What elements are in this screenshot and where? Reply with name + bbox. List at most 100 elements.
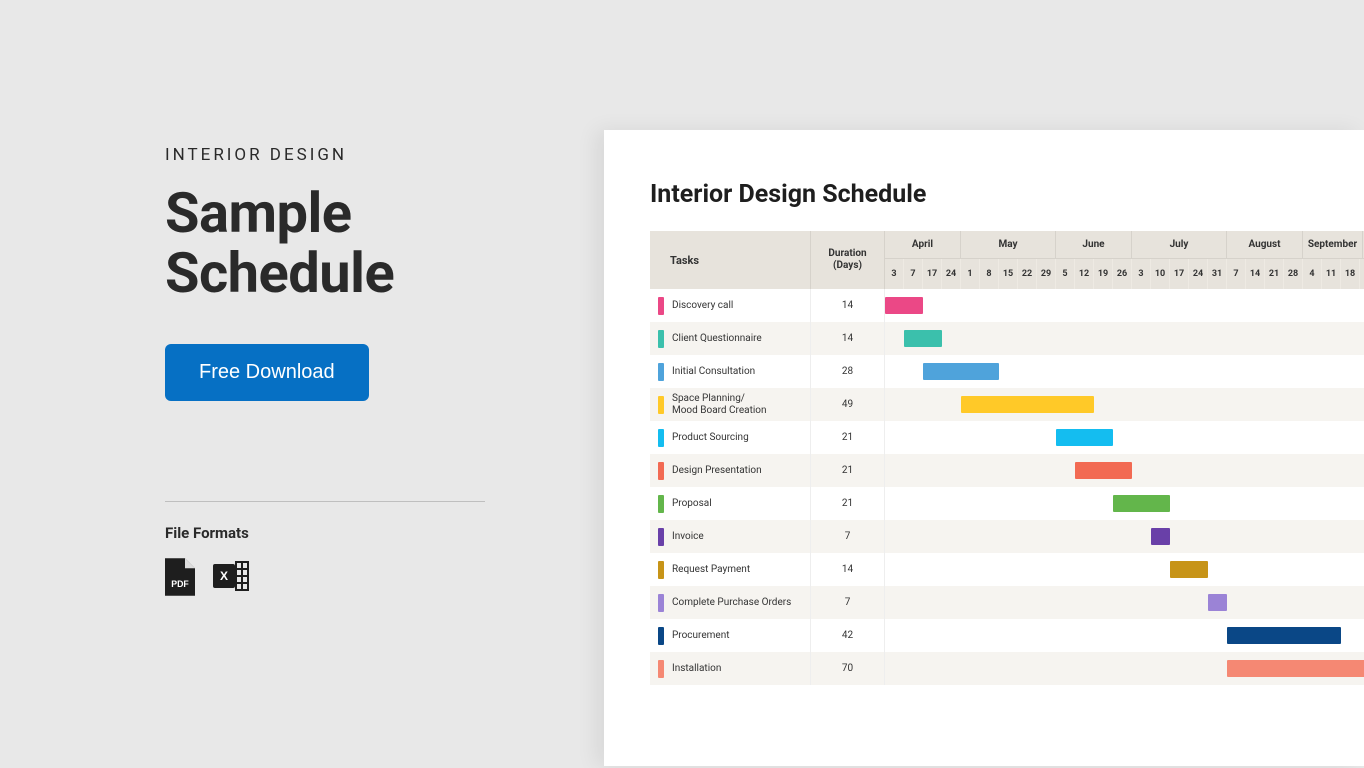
task-cell: Request Payment	[650, 553, 811, 586]
color-swatch	[658, 561, 664, 579]
color-swatch	[658, 528, 664, 546]
duration-cell: 42	[811, 619, 885, 652]
day-cell: 5	[1056, 259, 1075, 289]
document-title: Interior Design Schedule	[650, 180, 1364, 209]
color-swatch	[658, 627, 664, 645]
task-name: Space Planning/Mood Board Creation	[672, 393, 767, 416]
page-title: Sample Schedule	[165, 183, 565, 304]
day-cell: 21	[1265, 259, 1284, 289]
task-cell: Design Presentation	[650, 454, 811, 487]
gantt-bar	[885, 297, 923, 314]
timeline-cell	[885, 289, 1364, 322]
day-cell: 3	[885, 259, 904, 289]
task-name: Invoice	[672, 531, 704, 543]
table-row: Proposal21	[650, 487, 1364, 520]
table-row: Space Planning/Mood Board Creation49	[650, 388, 1364, 421]
task-cell: Procurement	[650, 619, 811, 652]
color-swatch	[658, 594, 664, 612]
table-row: Product Sourcing 21	[650, 421, 1364, 454]
color-swatch	[658, 660, 664, 678]
color-swatch	[658, 396, 664, 414]
day-cell: 11	[1322, 259, 1341, 289]
day-cell: 24	[1189, 259, 1208, 289]
duration-cell: 7	[811, 520, 885, 553]
color-swatch	[658, 429, 664, 447]
day-cell: 24	[942, 259, 961, 289]
divider	[165, 501, 485, 502]
task-name: Discovery call	[672, 300, 733, 312]
timeline-cell	[885, 652, 1364, 685]
day-cell: 12	[1075, 259, 1094, 289]
task-name: Design Presentation	[672, 465, 762, 477]
table-row: Discovery call 14	[650, 289, 1364, 322]
table-row: Complete Purchase Orders 7	[650, 586, 1364, 619]
day-cell: 15	[999, 259, 1018, 289]
color-swatch	[658, 462, 664, 480]
table-row: Installation 70	[650, 652, 1364, 685]
timeline-cell	[885, 322, 1364, 355]
duration-cell: 21	[811, 487, 885, 520]
svg-text:PDF: PDF	[171, 579, 189, 589]
task-cell: Product Sourcing	[650, 421, 811, 454]
task-cell: Installation	[650, 652, 811, 685]
color-swatch	[658, 297, 664, 315]
gantt-bar	[1208, 594, 1227, 611]
day-cell: 3	[1132, 259, 1151, 289]
timeline-cell	[885, 586, 1364, 619]
gantt-bar	[961, 396, 1094, 413]
task-name: Client Questionnaire	[672, 333, 762, 345]
document-preview: Interior Design Schedule Tasks Duration …	[604, 130, 1364, 766]
gantt-bar	[1170, 561, 1208, 578]
timeline-cell	[885, 355, 1364, 388]
duration-cell: 28	[811, 355, 885, 388]
eyebrow-text: INTERIOR DESIGN	[165, 145, 565, 165]
excel-icon: X	[213, 558, 249, 594]
color-swatch	[658, 330, 664, 348]
svg-text:X: X	[220, 569, 228, 583]
task-name: Complete Purchase Orders	[672, 597, 791, 609]
gantt-chart: Tasks Duration (Days) AprilMayJuneJulyAu…	[650, 231, 1364, 685]
table-row: Request Payment 14	[650, 553, 1364, 586]
task-cell: Client Questionnaire	[650, 322, 811, 355]
task-name: Installation	[672, 663, 721, 675]
table-row: Procurement 42	[650, 619, 1364, 652]
gantt-bar	[1227, 627, 1341, 644]
task-name: Initial Consultation	[672, 366, 755, 378]
table-row: Invoice 7	[650, 520, 1364, 553]
gantt-bar	[1075, 462, 1132, 479]
th-months: AprilMayJuneJulyAugustSeptember 37172418…	[885, 231, 1364, 289]
duration-cell: 14	[811, 322, 885, 355]
task-cell: Space Planning/Mood Board Creation	[650, 388, 811, 421]
gantt-bar	[904, 330, 942, 347]
task-cell: Discovery call	[650, 289, 811, 322]
duration-cell: 7	[811, 586, 885, 619]
day-cell: 22	[1018, 259, 1037, 289]
gantt-header: Tasks Duration (Days) AprilMayJuneJulyAu…	[650, 231, 1364, 289]
download-button[interactable]: Free Download	[165, 344, 369, 401]
gantt-bar	[923, 363, 999, 380]
task-name: Procurement	[672, 630, 730, 642]
timeline-cell	[885, 553, 1364, 586]
day-cell: 7	[1227, 259, 1246, 289]
task-cell: Proposal	[650, 487, 811, 520]
timeline-cell	[885, 520, 1364, 553]
task-name: Request Payment	[672, 564, 750, 576]
table-row: Client Questionnaire 14	[650, 322, 1364, 355]
gantt-bar	[1056, 429, 1113, 446]
day-cell: 14	[1246, 259, 1265, 289]
duration-cell: 14	[811, 553, 885, 586]
duration-cell: 70	[811, 652, 885, 685]
task-cell: Invoice	[650, 520, 811, 553]
day-cell: 19	[1094, 259, 1113, 289]
task-cell: Initial Consultation	[650, 355, 811, 388]
duration-cell: 21	[811, 421, 885, 454]
day-cell: 4	[1303, 259, 1322, 289]
month-cell: September	[1303, 231, 1363, 258]
file-formats-icons: PDF X	[165, 558, 565, 596]
month-cell: June	[1056, 231, 1132, 258]
task-name: Product Sourcing	[672, 432, 749, 444]
task-cell: Complete Purchase Orders	[650, 586, 811, 619]
timeline-cell	[885, 454, 1364, 487]
gantt-bar	[1151, 528, 1170, 545]
duration-cell: 14	[811, 289, 885, 322]
